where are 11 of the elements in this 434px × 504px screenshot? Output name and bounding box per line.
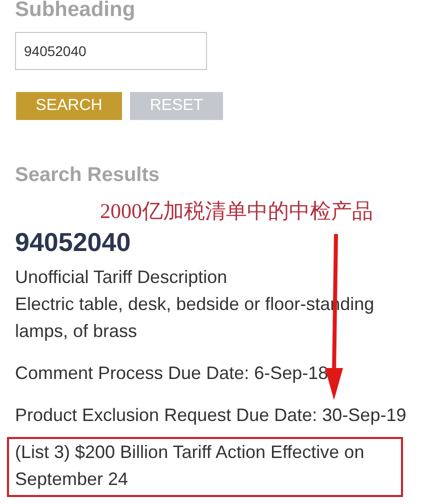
result-text: Product Exclusion Request Due Date: 30-Sep-19 <box>15 404 408 427</box>
result-code: 94052040 <box>15 226 132 258</box>
result-text: (List 3) $200 Billion Tariff Action Effective on September 24 <box>15 441 366 491</box>
search-field[interactable]: 94052040 <box>15 32 207 70</box>
result-text: Unofficial Tariff Description <box>15 266 228 289</box>
annotation-text: 2000亿加税清单中的中检产品 <box>100 198 374 224</box>
result-text: Comment Process Due Date: 6-Sep-18 <box>15 362 330 385</box>
section-heading: Search Results <box>15 163 161 188</box>
subheading: Subheading <box>15 0 136 23</box>
search-button[interactable]: SEARCH <box>16 92 122 120</box>
reset-button[interactable]: RESET <box>130 92 223 120</box>
